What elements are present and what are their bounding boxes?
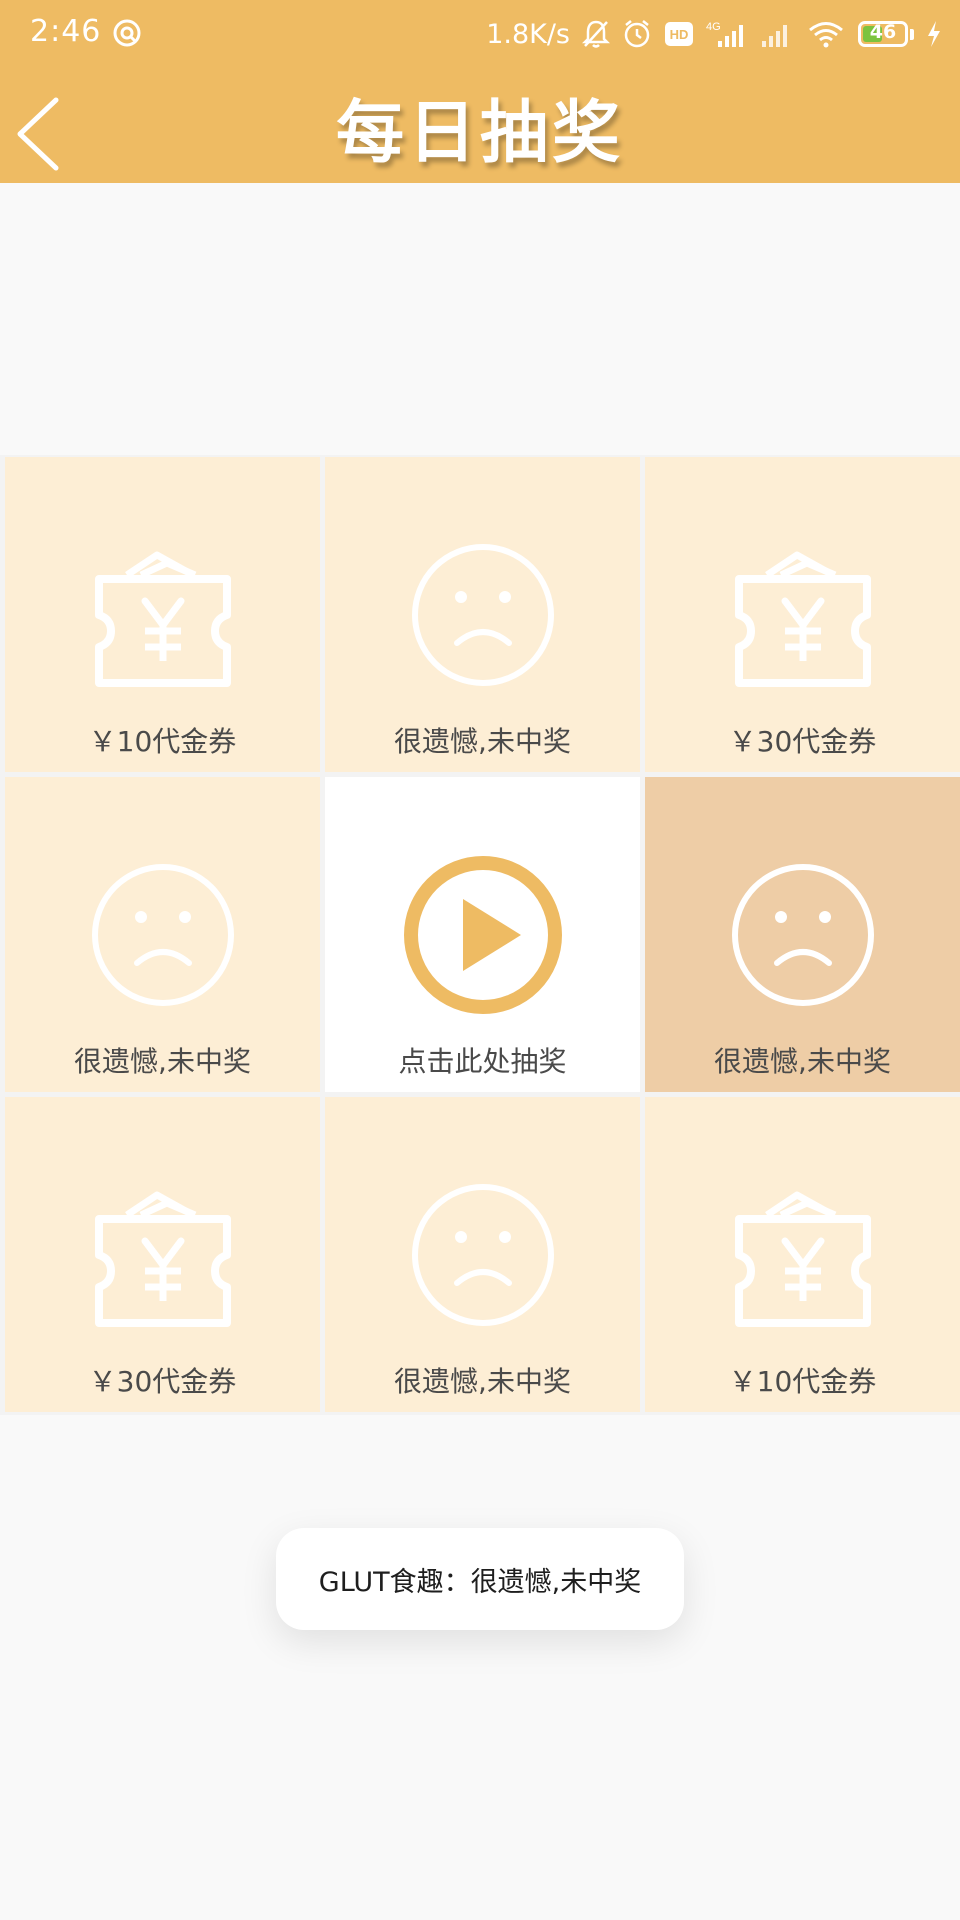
sad-face-icon [411,1184,554,1326]
network-speed: 1.8K/s [486,18,570,50]
hd-icon: HD [665,22,693,46]
prize-cell-coupon: ￥30代金券 [5,1097,320,1412]
bell-off-icon [582,20,610,48]
coupon-icon [734,551,871,687]
status-bar: 2:46 1.8K/s HD 4G 46 [0,0,960,66]
svg-text:4G: 4G [706,21,721,33]
prize-label: ￥10代金券 [728,1365,877,1398]
page-title: 每日抽奖 [335,94,624,173]
prize-label: ￥30代金券 [88,1365,237,1398]
battery-level: 46 [869,21,897,43]
sad-face-icon [731,864,874,1006]
prize-cell-no-win-highlighted: 很遗憾,未中奖 [645,777,960,1092]
prize-cell-no-win: 很遗憾,未中奖 [325,457,640,772]
signal-icon [762,25,787,47]
prize-cell-coupon: ￥30代金券 [645,457,960,772]
battery-icon: 46 [858,21,914,47]
draw-button-label[interactable]: 点击此处抽奖 [325,1040,640,1080]
prize-label: ￥30代金券 [728,725,877,758]
prize-label: 很遗憾,未中奖 [714,1045,891,1078]
status-icons: 1.8K/s HD 4G 46 [486,14,942,54]
prize-cell-coupon: ￥10代金券 [645,1097,960,1412]
toast-message: GLUT食趣：很遗憾,未中奖 [276,1528,684,1630]
prize-label: ￥10代金券 [88,725,237,758]
coupon-icon [94,551,231,687]
coupon-icon [94,1191,231,1327]
sad-face-icon [411,544,554,686]
prize-cell-coupon: ￥10代金券 [5,457,320,772]
prize-label: 很遗憾,未中奖 [74,1045,251,1078]
draw-button[interactable]: 点击此处抽奖 [325,777,640,1092]
alarm-icon [624,20,650,48]
svg-text:HD: HD [670,27,689,42]
charging-icon [928,21,940,47]
lottery-grid: ￥10代金券 很遗憾,未中奖 ￥30代金券 很遗憾,未中奖 点击此处抽奖 很遗憾… [0,455,960,1415]
sad-face-icon [91,864,234,1006]
play-icon[interactable] [403,855,563,1015]
wifi-icon [809,22,843,48]
app-header: 2:46 1.8K/s HD 4G 46 每日抽奖 [0,0,960,183]
prize-cell-no-win: 很遗憾,未中奖 [325,1097,640,1412]
prize-label: 很遗憾,未中奖 [394,1365,571,1398]
coupon-icon [734,1191,871,1327]
sync-icon [113,19,141,47]
prize-cell-no-win: 很遗憾,未中奖 [5,777,320,1092]
signal-icon: 4G [706,21,743,47]
status-time: 2:46 [30,14,102,49]
prize-label: 很遗憾,未中奖 [394,725,571,758]
